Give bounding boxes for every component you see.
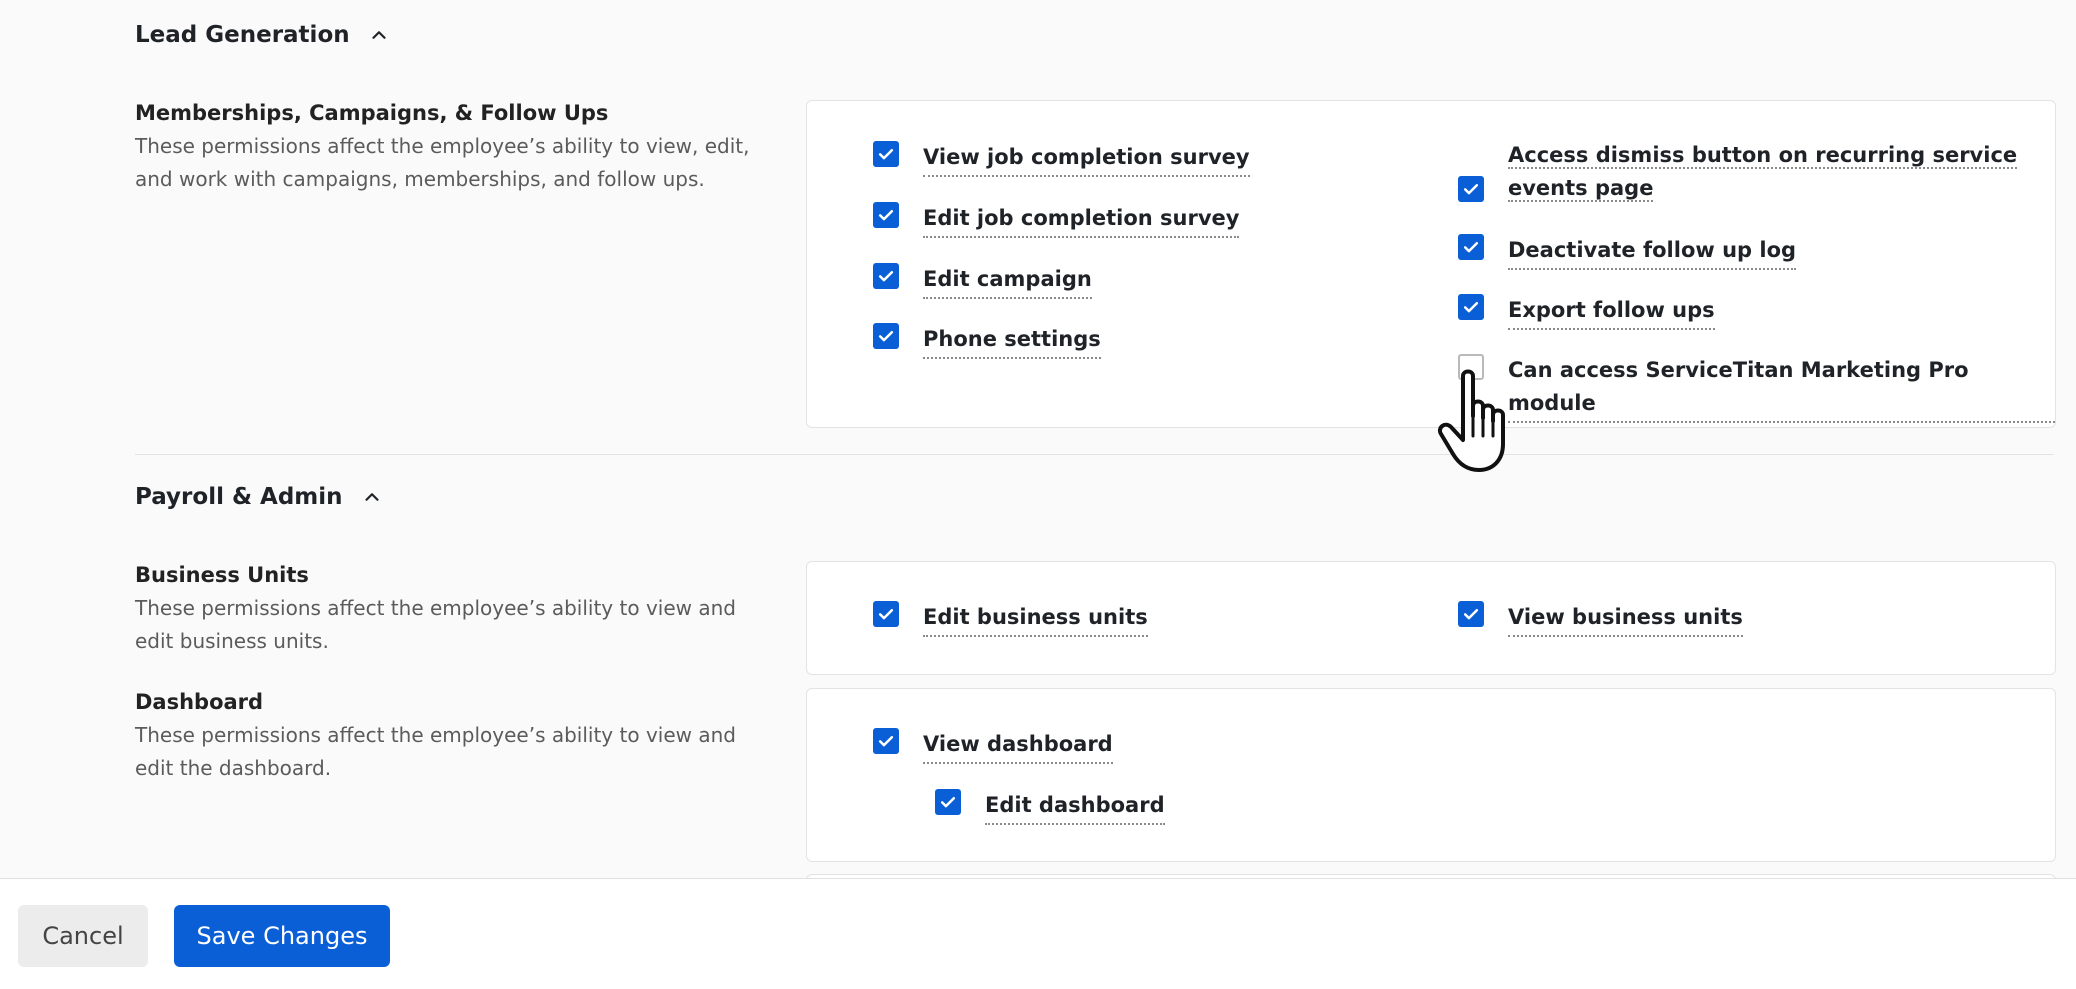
permission-label[interactable]: View job completion survey bbox=[923, 141, 1250, 177]
checkmark-icon bbox=[878, 736, 894, 747]
hand-pointer-cursor-icon bbox=[1438, 369, 1505, 472]
label-line: events page bbox=[1508, 176, 1654, 202]
chevron-up-icon[interactable] bbox=[361, 486, 383, 508]
checkmark-icon bbox=[878, 271, 894, 282]
permission-label[interactable]: Edit job completion survey bbox=[923, 202, 1240, 238]
permission-view-dashboard[interactable]: View dashboard bbox=[873, 728, 1113, 764]
group-description: These permissions affect the employee’s … bbox=[135, 592, 755, 658]
permission-edit-campaign[interactable]: Edit campaign bbox=[873, 263, 1092, 299]
group-label-dashboard: Dashboard These permissions affect the e… bbox=[135, 690, 755, 785]
permission-label[interactable]: View business units bbox=[1508, 601, 1743, 637]
permission-label[interactable]: View dashboard bbox=[923, 728, 1113, 764]
checkmark-icon bbox=[1463, 242, 1479, 253]
permission-label[interactable]: Phone settings bbox=[923, 323, 1101, 359]
permission-label[interactable]: Can access ServiceTitan Marketing Pro mo… bbox=[1508, 354, 2055, 423]
checkbox-checked[interactable] bbox=[1458, 294, 1484, 320]
desc-line: These permissions affect the employee’s … bbox=[135, 723, 736, 747]
permission-edit-business-units[interactable]: Edit business units bbox=[873, 601, 1148, 637]
group-description: These permissions affect the employee’s … bbox=[135, 719, 755, 785]
cancel-button[interactable]: Cancel bbox=[18, 905, 148, 967]
permission-export-follow-ups[interactable]: Export follow ups bbox=[1458, 294, 1715, 330]
group-label-memberships: Memberships, Campaigns, & Follow Ups The… bbox=[135, 101, 755, 196]
desc-line: edit the dashboard. bbox=[135, 756, 332, 780]
checkbox-checked[interactable] bbox=[1458, 176, 1484, 202]
group-label-business-units: Business Units These permissions affect … bbox=[135, 563, 755, 658]
checkmark-icon bbox=[878, 149, 894, 160]
checkbox-checked[interactable] bbox=[873, 263, 899, 289]
checkbox-checked[interactable] bbox=[1458, 601, 1484, 627]
permission-label[interactable]: Deactivate follow up log bbox=[1508, 234, 1797, 270]
desc-line: These permissions affect the employee’s … bbox=[135, 134, 750, 158]
save-changes-button[interactable]: Save Changes bbox=[174, 905, 390, 967]
checkmark-icon bbox=[1463, 184, 1479, 195]
desc-line: edit business units. bbox=[135, 629, 329, 653]
checkbox-checked[interactable] bbox=[873, 728, 899, 754]
permission-edit-dashboard[interactable]: Edit dashboard bbox=[935, 789, 1165, 825]
desc-line: and work with campaigns, memberships, an… bbox=[135, 167, 705, 191]
checkmark-icon bbox=[1463, 609, 1479, 620]
permissions-card-dashboard: View dashboard Edit dashboard bbox=[806, 688, 2056, 862]
permission-label[interactable]: Edit dashboard bbox=[985, 789, 1165, 825]
permission-phone-settings[interactable]: Phone settings bbox=[873, 323, 1101, 359]
checkmark-icon bbox=[878, 331, 894, 342]
group-title: Business Units bbox=[135, 563, 309, 587]
section-title: Payroll & Admin bbox=[135, 484, 343, 510]
checkmark-icon bbox=[1463, 302, 1479, 313]
permission-view-business-units[interactable]: View business units bbox=[1458, 601, 1743, 637]
permission-label[interactable]: Edit campaign bbox=[923, 263, 1092, 299]
checkmark-icon bbox=[878, 609, 894, 620]
checkbox-checked[interactable] bbox=[873, 202, 899, 228]
section-header-payroll-admin[interactable]: Payroll & Admin bbox=[135, 484, 383, 510]
permission-label[interactable]: Edit business units bbox=[923, 601, 1148, 637]
permission-access-dismiss-button[interactable]: Access dismiss button on recurring servi… bbox=[1458, 139, 2018, 206]
label-line: Access dismiss button on recurring servi… bbox=[1508, 143, 2018, 169]
section-header-lead-generation[interactable]: Lead Generation bbox=[135, 22, 390, 48]
group-title: Dashboard bbox=[135, 690, 264, 714]
permission-marketing-pro-module[interactable]: Can access ServiceTitan Marketing Pro mo… bbox=[1458, 354, 2055, 423]
checkbox-checked[interactable] bbox=[873, 141, 899, 167]
footer-action-bar: Cancel Save Changes bbox=[0, 878, 2076, 989]
section-divider bbox=[135, 454, 2054, 455]
permission-label[interactable]: Access dismiss button on recurring servi… bbox=[1508, 139, 2018, 206]
permissions-card-business-units: Edit business units View business units bbox=[806, 561, 2056, 675]
group-title: Memberships, Campaigns, & Follow Ups bbox=[135, 101, 609, 125]
section-title: Lead Generation bbox=[135, 22, 350, 48]
permission-deactivate-follow-up-log[interactable]: Deactivate follow up log bbox=[1458, 234, 1797, 270]
checkmark-icon bbox=[878, 210, 894, 221]
checkmark-icon bbox=[940, 797, 956, 808]
checkbox-checked[interactable] bbox=[1458, 234, 1484, 260]
permission-edit-job-completion-survey[interactable]: Edit job completion survey bbox=[873, 202, 1240, 238]
permissions-card-memberships: View job completion survey Edit job comp… bbox=[806, 100, 2056, 428]
permission-view-job-completion-survey[interactable]: View job completion survey bbox=[873, 141, 1250, 177]
desc-line: These permissions affect the employee’s … bbox=[135, 596, 736, 620]
checkbox-checked[interactable] bbox=[935, 789, 961, 815]
checkbox-checked[interactable] bbox=[873, 323, 899, 349]
group-description: These permissions affect the employee’s … bbox=[135, 130, 755, 196]
chevron-up-icon[interactable] bbox=[368, 24, 390, 46]
permission-label[interactable]: Export follow ups bbox=[1508, 294, 1715, 330]
checkbox-checked[interactable] bbox=[873, 601, 899, 627]
